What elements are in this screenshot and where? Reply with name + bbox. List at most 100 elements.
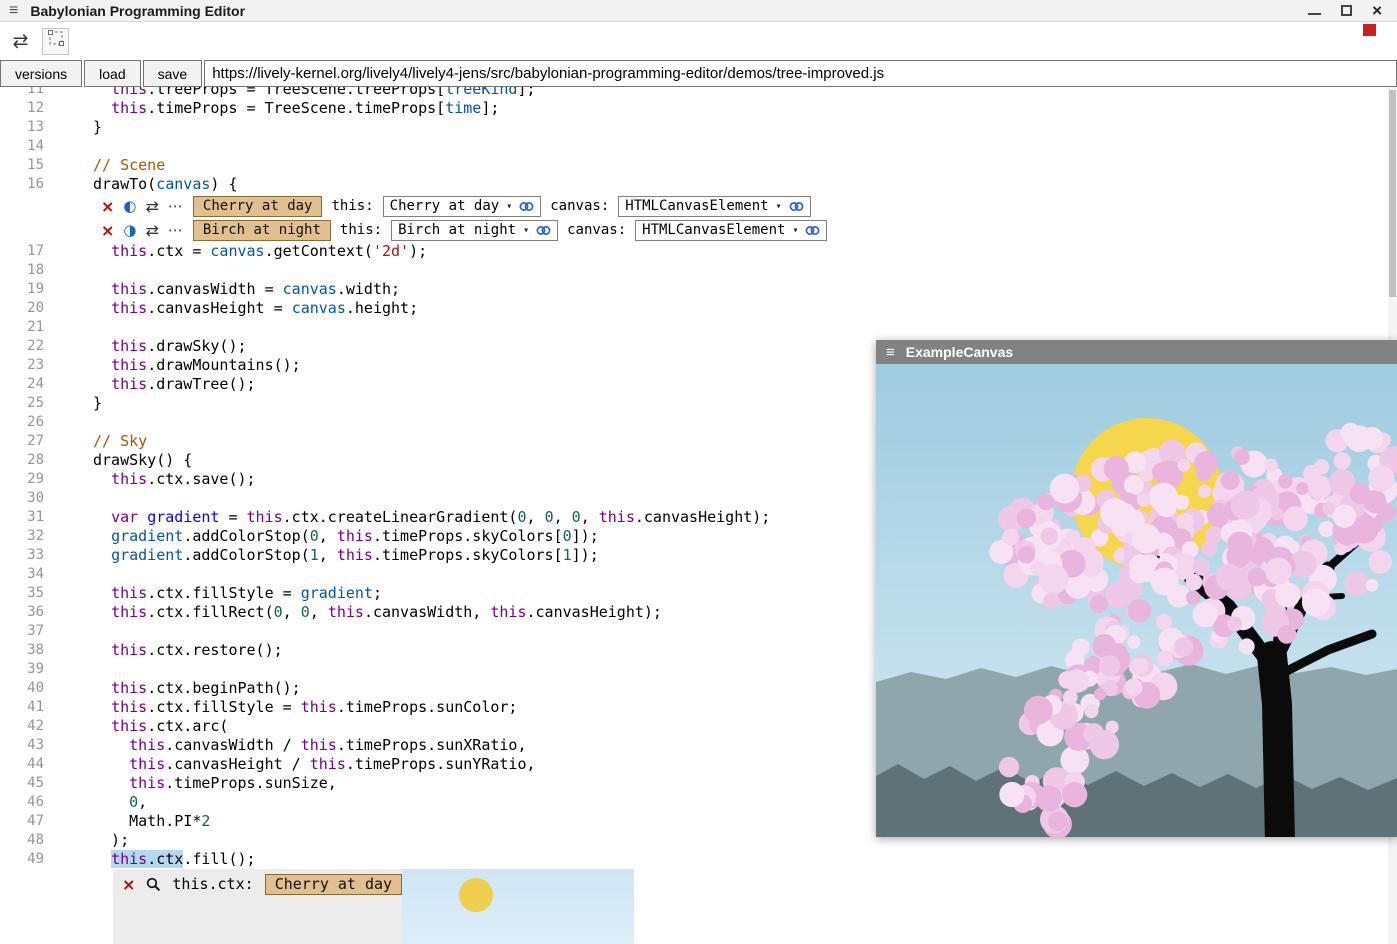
code-line-content[interactable]: this.treeProps = TreeScene.treeProps[tre… (44, 87, 536, 99)
code-token: .ctx.restore(); (147, 641, 282, 659)
load-button[interactable]: load (84, 60, 140, 87)
line-number: 39 (0, 660, 44, 679)
code-line-content[interactable]: this.ctx.beginPath(); (44, 679, 301, 698)
example-binding-select[interactable]: Cherry at day▾ (383, 196, 542, 217)
code-line-content[interactable]: gradient.addColorStop(0, this.timeProps.… (44, 527, 599, 546)
example-binding-select[interactable]: HTMLCanvasElement▾ (635, 220, 827, 241)
example-binding-select[interactable]: Birch at night▾ (391, 220, 558, 241)
code-line-content[interactable]: this.canvasWidth = canvas.width; (44, 280, 400, 299)
code-line-content[interactable]: drawSky() { (44, 451, 192, 470)
code-token (93, 584, 111, 602)
example-name-badge[interactable]: Birch at night (193, 220, 331, 241)
code-token: 0 (301, 603, 310, 621)
line-number: 14 (0, 137, 44, 156)
code-line-content[interactable]: this.ctx.fillStyle = gradient; (44, 584, 382, 603)
code-line-content[interactable] (44, 489, 93, 508)
code-line-content[interactable]: } (44, 118, 102, 137)
code-token: this (490, 603, 526, 621)
code-line: 20 this.canvasHeight = canvas.height; (0, 299, 1397, 318)
switch-example-icon[interactable]: ⇄ (146, 197, 159, 216)
code-line-content[interactable]: this.ctx.save(); (44, 470, 256, 489)
code-line-content[interactable]: this.timeProps.sunSize, (44, 774, 337, 793)
code-line-content[interactable]: var gradient = this.ctx.createLinearGrad… (44, 508, 770, 527)
code-line-content[interactable]: this.ctx.fillStyle = this.timeProps.sunC… (44, 698, 517, 717)
example-options-icon[interactable]: ⋯ (168, 197, 184, 216)
code-token: treeKind (445, 87, 517, 98)
code-line-content[interactable]: this.drawTree(); (44, 375, 256, 394)
code-token (93, 679, 111, 697)
connections-button[interactable]: ⇄ (7, 28, 34, 55)
file-url-input[interactable] (204, 60, 1397, 87)
example-name-badge[interactable]: Cherry at day (193, 196, 323, 217)
line-number: 34 (0, 565, 44, 584)
code-line-content[interactable]: this.timeProps = TreeScene.timeProps[tim… (44, 99, 499, 118)
code-line-content[interactable]: // Scene (44, 156, 165, 175)
toggle-example-icon[interactable]: ◑ (123, 221, 136, 240)
code-token (93, 603, 111, 621)
link-icon[interactable] (536, 225, 551, 236)
scrollbar-thumb[interactable] (1389, 90, 1396, 297)
code-token: ]); (572, 546, 599, 564)
code-token (93, 755, 129, 773)
code-line-content[interactable]: this.drawMountains(); (44, 356, 301, 375)
minimize-button[interactable] (1308, 13, 1321, 15)
probe-example-badge[interactable]: Cherry at day (265, 874, 402, 895)
code-token: .timeProps.skyColors[ (373, 546, 563, 564)
remove-example-icon[interactable]: × (101, 221, 114, 240)
code-line-content[interactable]: // Sky (44, 432, 147, 451)
window-titlebar: ≡ Babylonian Programming Editor × (0, 0, 1397, 22)
toggle-example-icon[interactable]: ◐ (123, 197, 136, 216)
code-line-content[interactable]: gradient.addColorStop(1, this.timeProps.… (44, 546, 599, 565)
code-line-content[interactable]: ); (44, 831, 129, 850)
line-number: 22 (0, 337, 44, 356)
line-number: 43 (0, 736, 44, 755)
code-line-content[interactable]: this.ctx.restore(); (44, 641, 283, 660)
code-line-content[interactable] (44, 318, 93, 337)
code-line-content[interactable] (44, 261, 93, 280)
line-number: 16 (0, 175, 44, 194)
code-line-content[interactable]: this.ctx.fill(); (44, 850, 256, 869)
code-token: ]; (517, 87, 535, 98)
select-target-button[interactable] (42, 28, 69, 55)
code-line-content[interactable] (44, 622, 93, 641)
code-line-content[interactable]: this.canvasHeight / this.timeProps.sunYR… (44, 755, 536, 774)
code-line-content[interactable]: this.canvasHeight = canvas.height; (44, 299, 418, 318)
code-line-content[interactable]: this.ctx = canvas.getContext('2d'); (44, 242, 427, 261)
remove-example-icon[interactable]: × (101, 197, 114, 216)
code-line-content[interactable]: 0, (44, 793, 147, 812)
line-number: 47 (0, 812, 44, 831)
maximize-button[interactable] (1341, 5, 1352, 16)
code-line-content[interactable]: drawTo(canvas) { (44, 175, 238, 194)
code-line-content[interactable] (44, 137, 93, 156)
close-button[interactable]: × (1372, 2, 1382, 19)
code-line-content[interactable] (44, 413, 93, 432)
code-line-content[interactable]: Math.PI*2 (44, 812, 210, 831)
remove-probe-icon[interactable]: × (122, 875, 135, 894)
line-number: 35 (0, 584, 44, 603)
link-icon[interactable] (789, 201, 804, 212)
switch-example-icon[interactable]: ⇄ (146, 221, 159, 240)
example-options-icon[interactable]: ⋯ (168, 221, 184, 240)
link-icon[interactable] (805, 225, 820, 236)
code-line-content[interactable]: this.canvasWidth / this.timeProps.sunXRa… (44, 736, 527, 755)
code-line-content[interactable]: this.ctx.arc( (44, 717, 228, 736)
code-line-content[interactable] (44, 565, 93, 584)
code-line-content[interactable]: this.ctx.fillRect(0, 0, this.canvasWidth… (44, 603, 662, 622)
save-button[interactable]: save (143, 60, 203, 87)
versions-button[interactable]: versions (0, 60, 82, 87)
example-binding-select[interactable]: HTMLCanvasElement▾ (618, 196, 810, 217)
example-binding-label: this: (331, 197, 373, 216)
code-token: this (111, 679, 147, 697)
code-token: , (138, 793, 147, 811)
code-token: this (111, 603, 147, 621)
code-line-content[interactable]: this.drawSky(); (44, 337, 247, 356)
inspect-probe-icon[interactable] (146, 877, 161, 892)
link-icon[interactable] (519, 201, 534, 212)
code-line-content[interactable] (44, 660, 93, 679)
code-line-content[interactable]: } (44, 394, 102, 413)
code-token: .canvasHeight); (527, 603, 662, 621)
example-canvas-titlebar[interactable]: ≡ ExampleCanvas (876, 340, 1397, 364)
example-canvas-menu-icon[interactable]: ≡ (886, 344, 895, 361)
window-menu-icon[interactable]: ≡ (9, 3, 18, 19)
code-token: this (111, 641, 147, 659)
